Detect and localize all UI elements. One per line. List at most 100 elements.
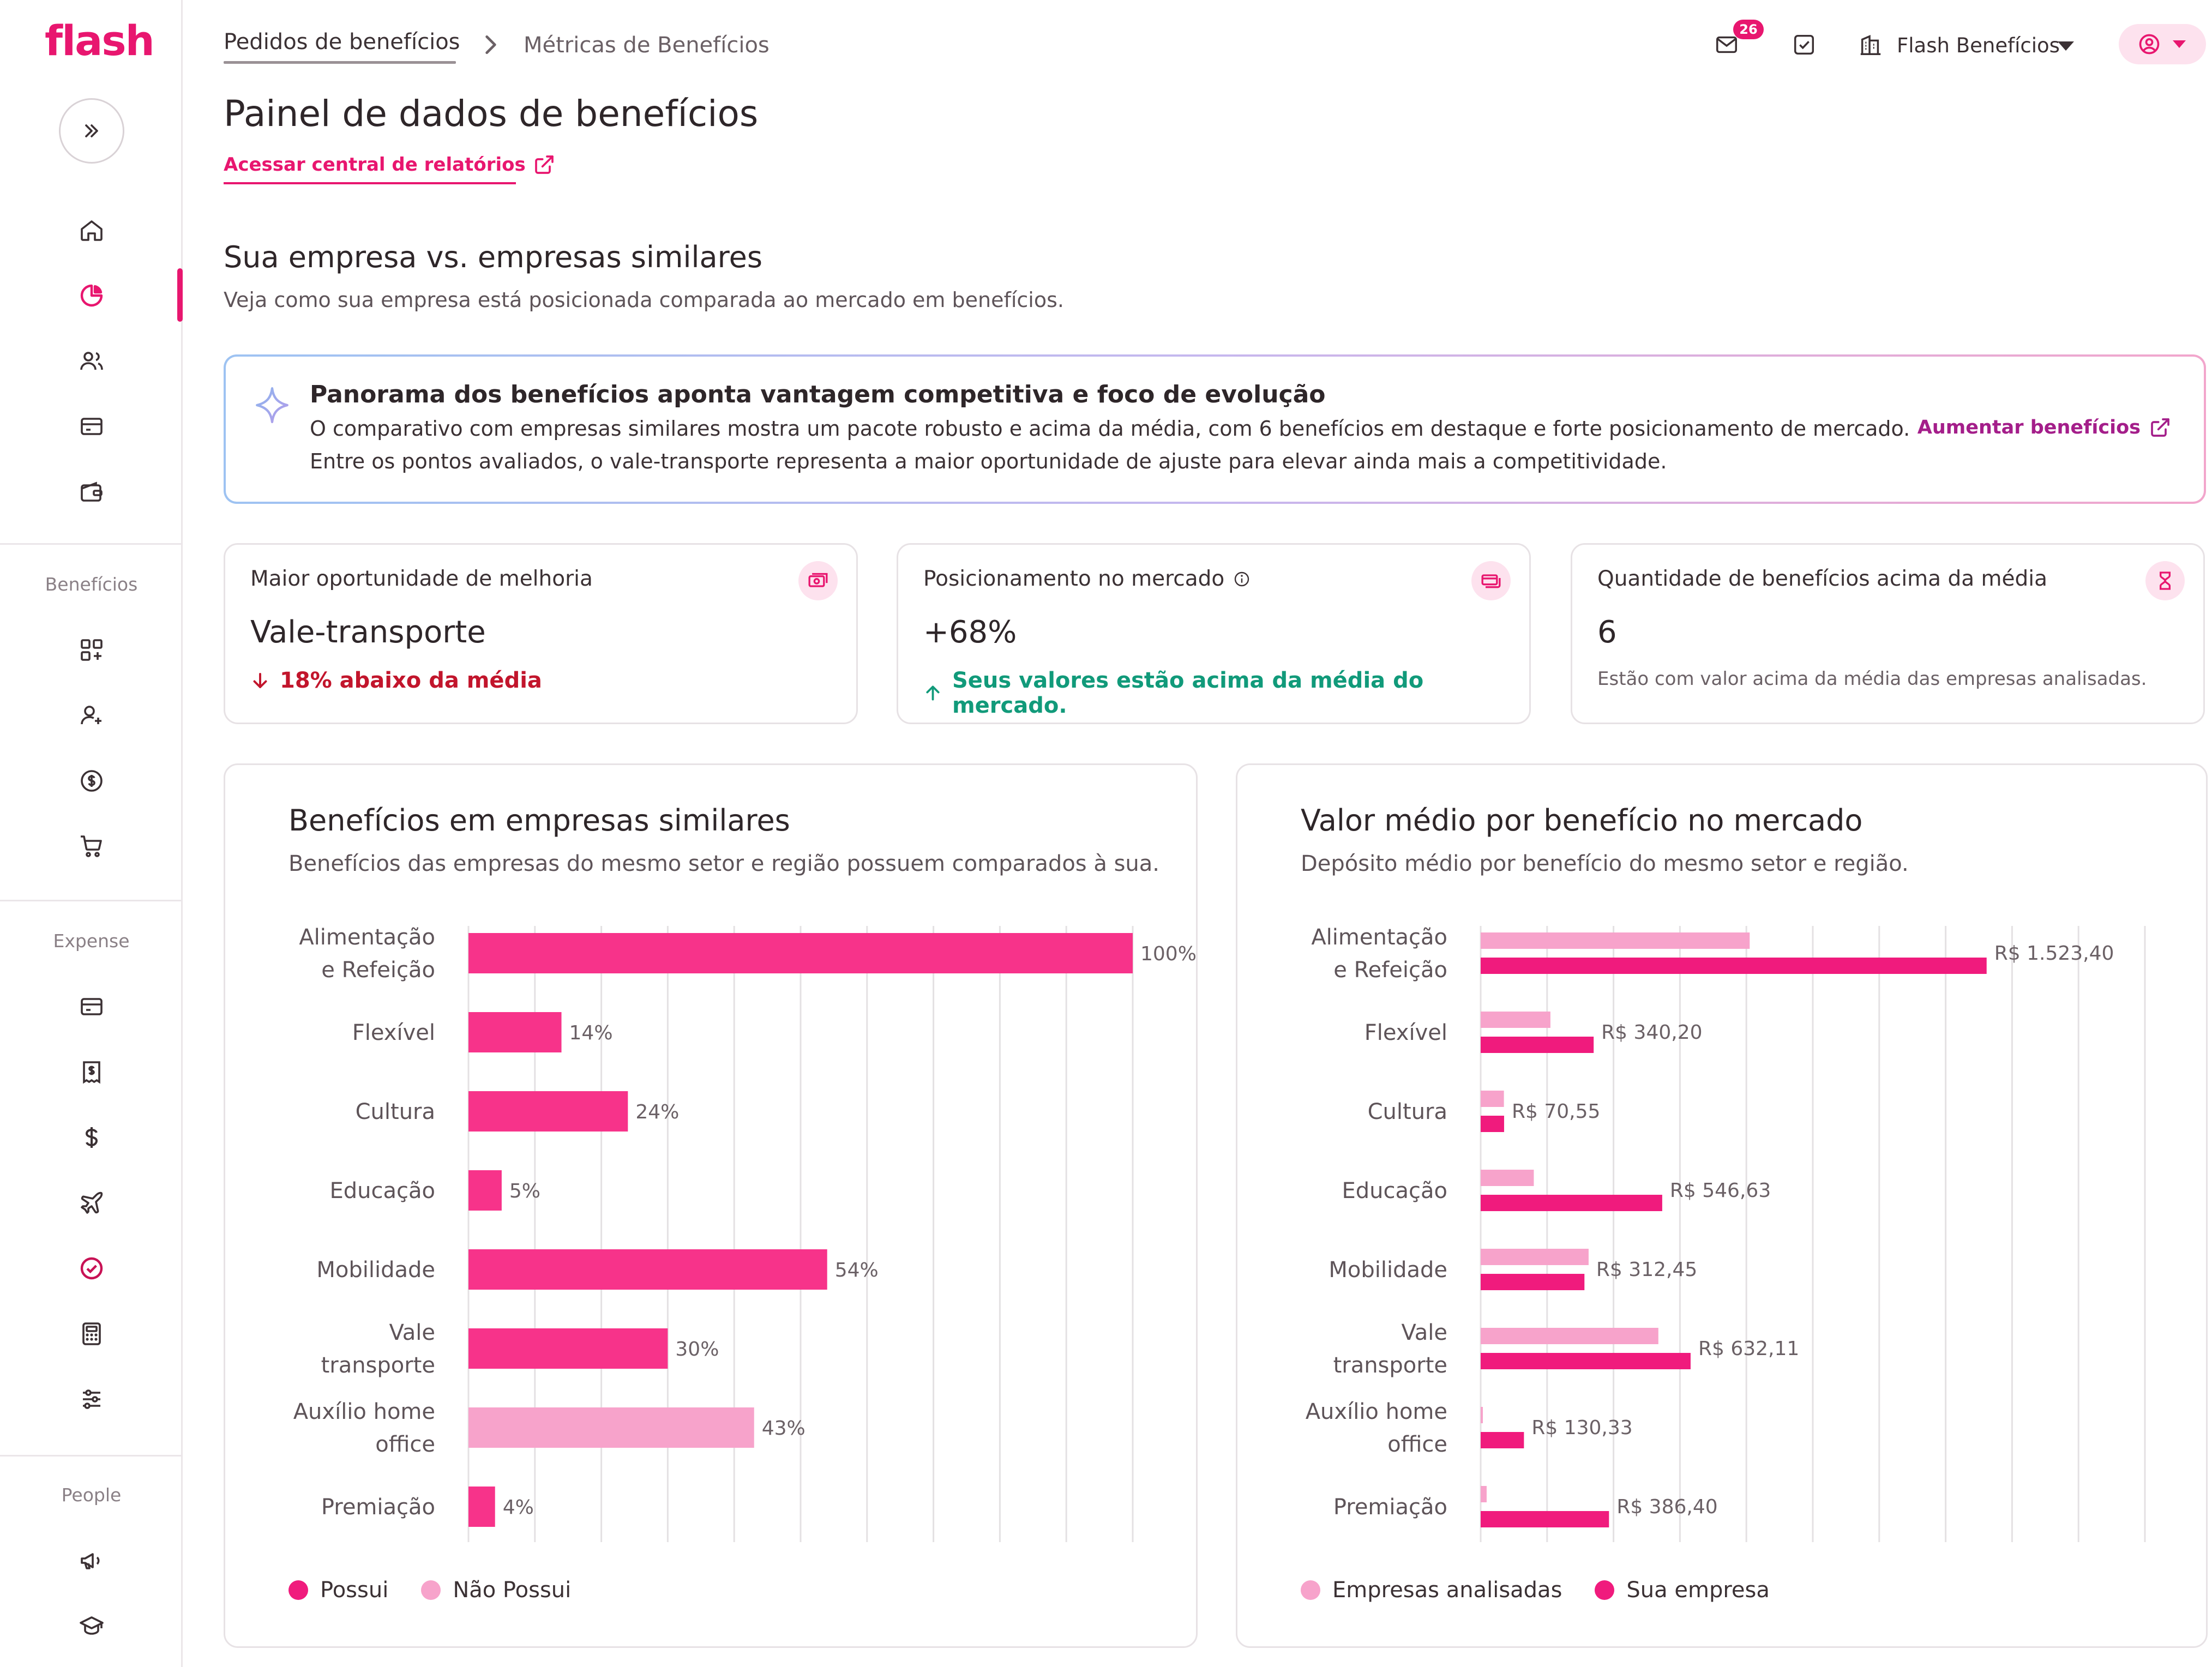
kpi-icon-wrapper <box>1471 561 1511 600</box>
company-bar <box>1481 1432 1524 1448</box>
kpi-label-text: Posicionamento no mercado <box>923 567 1225 591</box>
company-selector[interactable]: Flash Benefícios <box>1897 34 2060 57</box>
card-icon[interactable] <box>76 411 107 442</box>
category-label: Mobilidade <box>316 1257 435 1283</box>
external-link-icon <box>2151 418 2169 437</box>
company-bar <box>1481 1274 1585 1290</box>
bar-value-label: R$ 70,55 <box>1512 1100 1600 1123</box>
pie-chart-icon[interactable] <box>76 280 107 311</box>
bar <box>468 1012 562 1052</box>
category-label: Auxílio home <box>293 1399 435 1424</box>
wallet-icon[interactable] <box>76 477 107 507</box>
money-icon <box>808 573 828 587</box>
kpi-note: 18% abaixo da média <box>250 668 542 693</box>
category-label: Vale <box>389 1320 436 1345</box>
bar-value-label: 14% <box>569 1022 613 1044</box>
market-bar <box>1481 932 1750 949</box>
info-icon[interactable] <box>1233 570 1251 588</box>
bar <box>468 1249 827 1290</box>
kpi-note-text: Seus valores estão acima da média do mer… <box>952 668 1424 718</box>
section-label-people: People <box>61 1484 122 1506</box>
kpi-card-opportunity: Maior oportunidade de melhoria Vale-tran… <box>224 543 858 724</box>
legend-label: Não Possui <box>453 1578 572 1603</box>
chevron-down-icon[interactable] <box>2058 41 2074 51</box>
bar-value-label: 24% <box>635 1101 679 1123</box>
receipt-icon[interactable] <box>76 1057 107 1087</box>
insight-title: Panorama dos benefícios aponta vantagem … <box>310 381 1326 408</box>
company-bar <box>1481 1037 1594 1053</box>
chart-card-similar-companies: Benefícios em empresas similares Benefíc… <box>224 763 1198 1648</box>
bar-value-label: R$ 1.523,40 <box>1994 942 2114 965</box>
bar <box>468 1407 754 1448</box>
check-circle-icon[interactable] <box>76 1253 107 1284</box>
bar-value-label: 54% <box>835 1259 879 1281</box>
notification-badge: 26 <box>1733 20 1764 39</box>
category-label: transporte <box>321 1353 435 1378</box>
company-bar <box>1481 1116 1504 1132</box>
double-chevron-right-icon <box>85 124 98 137</box>
sliders-icon[interactable] <box>76 1384 107 1415</box>
kpi-icon-wrapper <box>798 561 838 600</box>
company-icon <box>1856 31 1885 59</box>
kpi-note-text: Estão com valor acima da média das empre… <box>1597 668 2147 690</box>
users-icon[interactable] <box>76 346 107 376</box>
breadcrumb-item-metricas[interactable]: Métricas de Benefícios <box>524 33 770 58</box>
apps-icon[interactable] <box>76 635 107 665</box>
add-user-icon[interactable] <box>76 700 107 731</box>
increase-benefits-link[interactable]: Aumentar benefícios <box>1918 417 2171 438</box>
sidebar-divider <box>0 543 183 545</box>
arrow-down-icon <box>253 673 267 688</box>
bar-value-label: R$ 340,20 <box>1601 1021 1702 1044</box>
category-label: Alimentação <box>299 925 435 950</box>
breadcrumb-item-pedidos[interactable]: Pedidos de benefícios <box>224 29 460 55</box>
flash-logo: flash <box>45 16 155 65</box>
dollar-icon[interactable] <box>76 1122 107 1153</box>
expand-sidebar-button[interactable] <box>59 98 124 164</box>
sidebar: flash Benefícios Expense People <box>0 0 183 1667</box>
legend-item-company: Sua empresa <box>1595 1578 1770 1603</box>
category-label: transporte <box>1333 1353 1447 1378</box>
cart-icon[interactable] <box>76 831 107 862</box>
market-bar <box>1481 1012 1550 1028</box>
breadcrumb-underline <box>224 61 456 64</box>
bar <box>468 1487 495 1527</box>
category-label: Cultura <box>1368 1099 1447 1124</box>
dollar-circle-icon[interactable] <box>76 766 107 796</box>
kpi-label: Maior oportunidade de melhoria <box>250 567 593 591</box>
card-icon[interactable] <box>76 991 107 1022</box>
profile-menu-button[interactable] <box>2119 24 2206 64</box>
legend-label: Empresas analisadas <box>1332 1578 1562 1603</box>
kpi-note-text: 18% abaixo da média <box>280 668 542 693</box>
category-label: Mobilidade <box>1329 1257 1447 1283</box>
money-cards-icon <box>1481 574 1501 588</box>
category-label: Alimentação <box>1311 925 1447 950</box>
plane-icon[interactable] <box>76 1188 107 1218</box>
insight-banner: Panorama dos benefícios aponta vantagem … <box>224 354 2206 504</box>
report-center-link[interactable]: Acessar central de relatórios <box>224 154 555 176</box>
market-bar <box>1481 1486 1487 1502</box>
insight-text-line-2: Entre os pontos avaliados, o vale-transp… <box>310 449 1667 473</box>
kpi-icon-wrapper <box>2145 561 2185 600</box>
calculator-icon[interactable] <box>76 1319 107 1349</box>
megaphone-icon[interactable] <box>76 1545 107 1576</box>
kpi-note: Seus valores estão acima da média do mer… <box>923 668 1529 718</box>
user-circle-icon <box>2139 34 2160 55</box>
legend-item-nao-possui: Não Possui <box>421 1578 571 1603</box>
graduation-cap-icon[interactable] <box>76 1611 107 1641</box>
company-bar <box>1481 1353 1691 1369</box>
category-label: e Refeição <box>321 958 435 983</box>
bar-value-label: 30% <box>675 1338 719 1361</box>
bar-value-label: R$ 632,11 <box>1698 1338 1799 1360</box>
tasks-button[interactable] <box>1790 31 1818 59</box>
breadcrumb-chevron-icon <box>485 35 496 55</box>
bar-value-label: 4% <box>503 1496 534 1519</box>
bar-value-label: 100% <box>1140 943 1196 965</box>
bar-value-label: 5% <box>509 1180 540 1202</box>
section-title: Sua empresa vs. empresas similares <box>224 240 762 274</box>
chevron-down-icon <box>2173 40 2186 48</box>
legend-item-market: Empresas analisadas <box>1301 1578 1562 1603</box>
home-icon[interactable] <box>76 215 107 245</box>
kpi-card-benefits-above-average: Quantidade de benefícios acima da média … <box>1571 543 2205 724</box>
chart-legend: Possui Não Possui <box>288 1578 571 1603</box>
hourglass-icon <box>2160 571 2171 590</box>
